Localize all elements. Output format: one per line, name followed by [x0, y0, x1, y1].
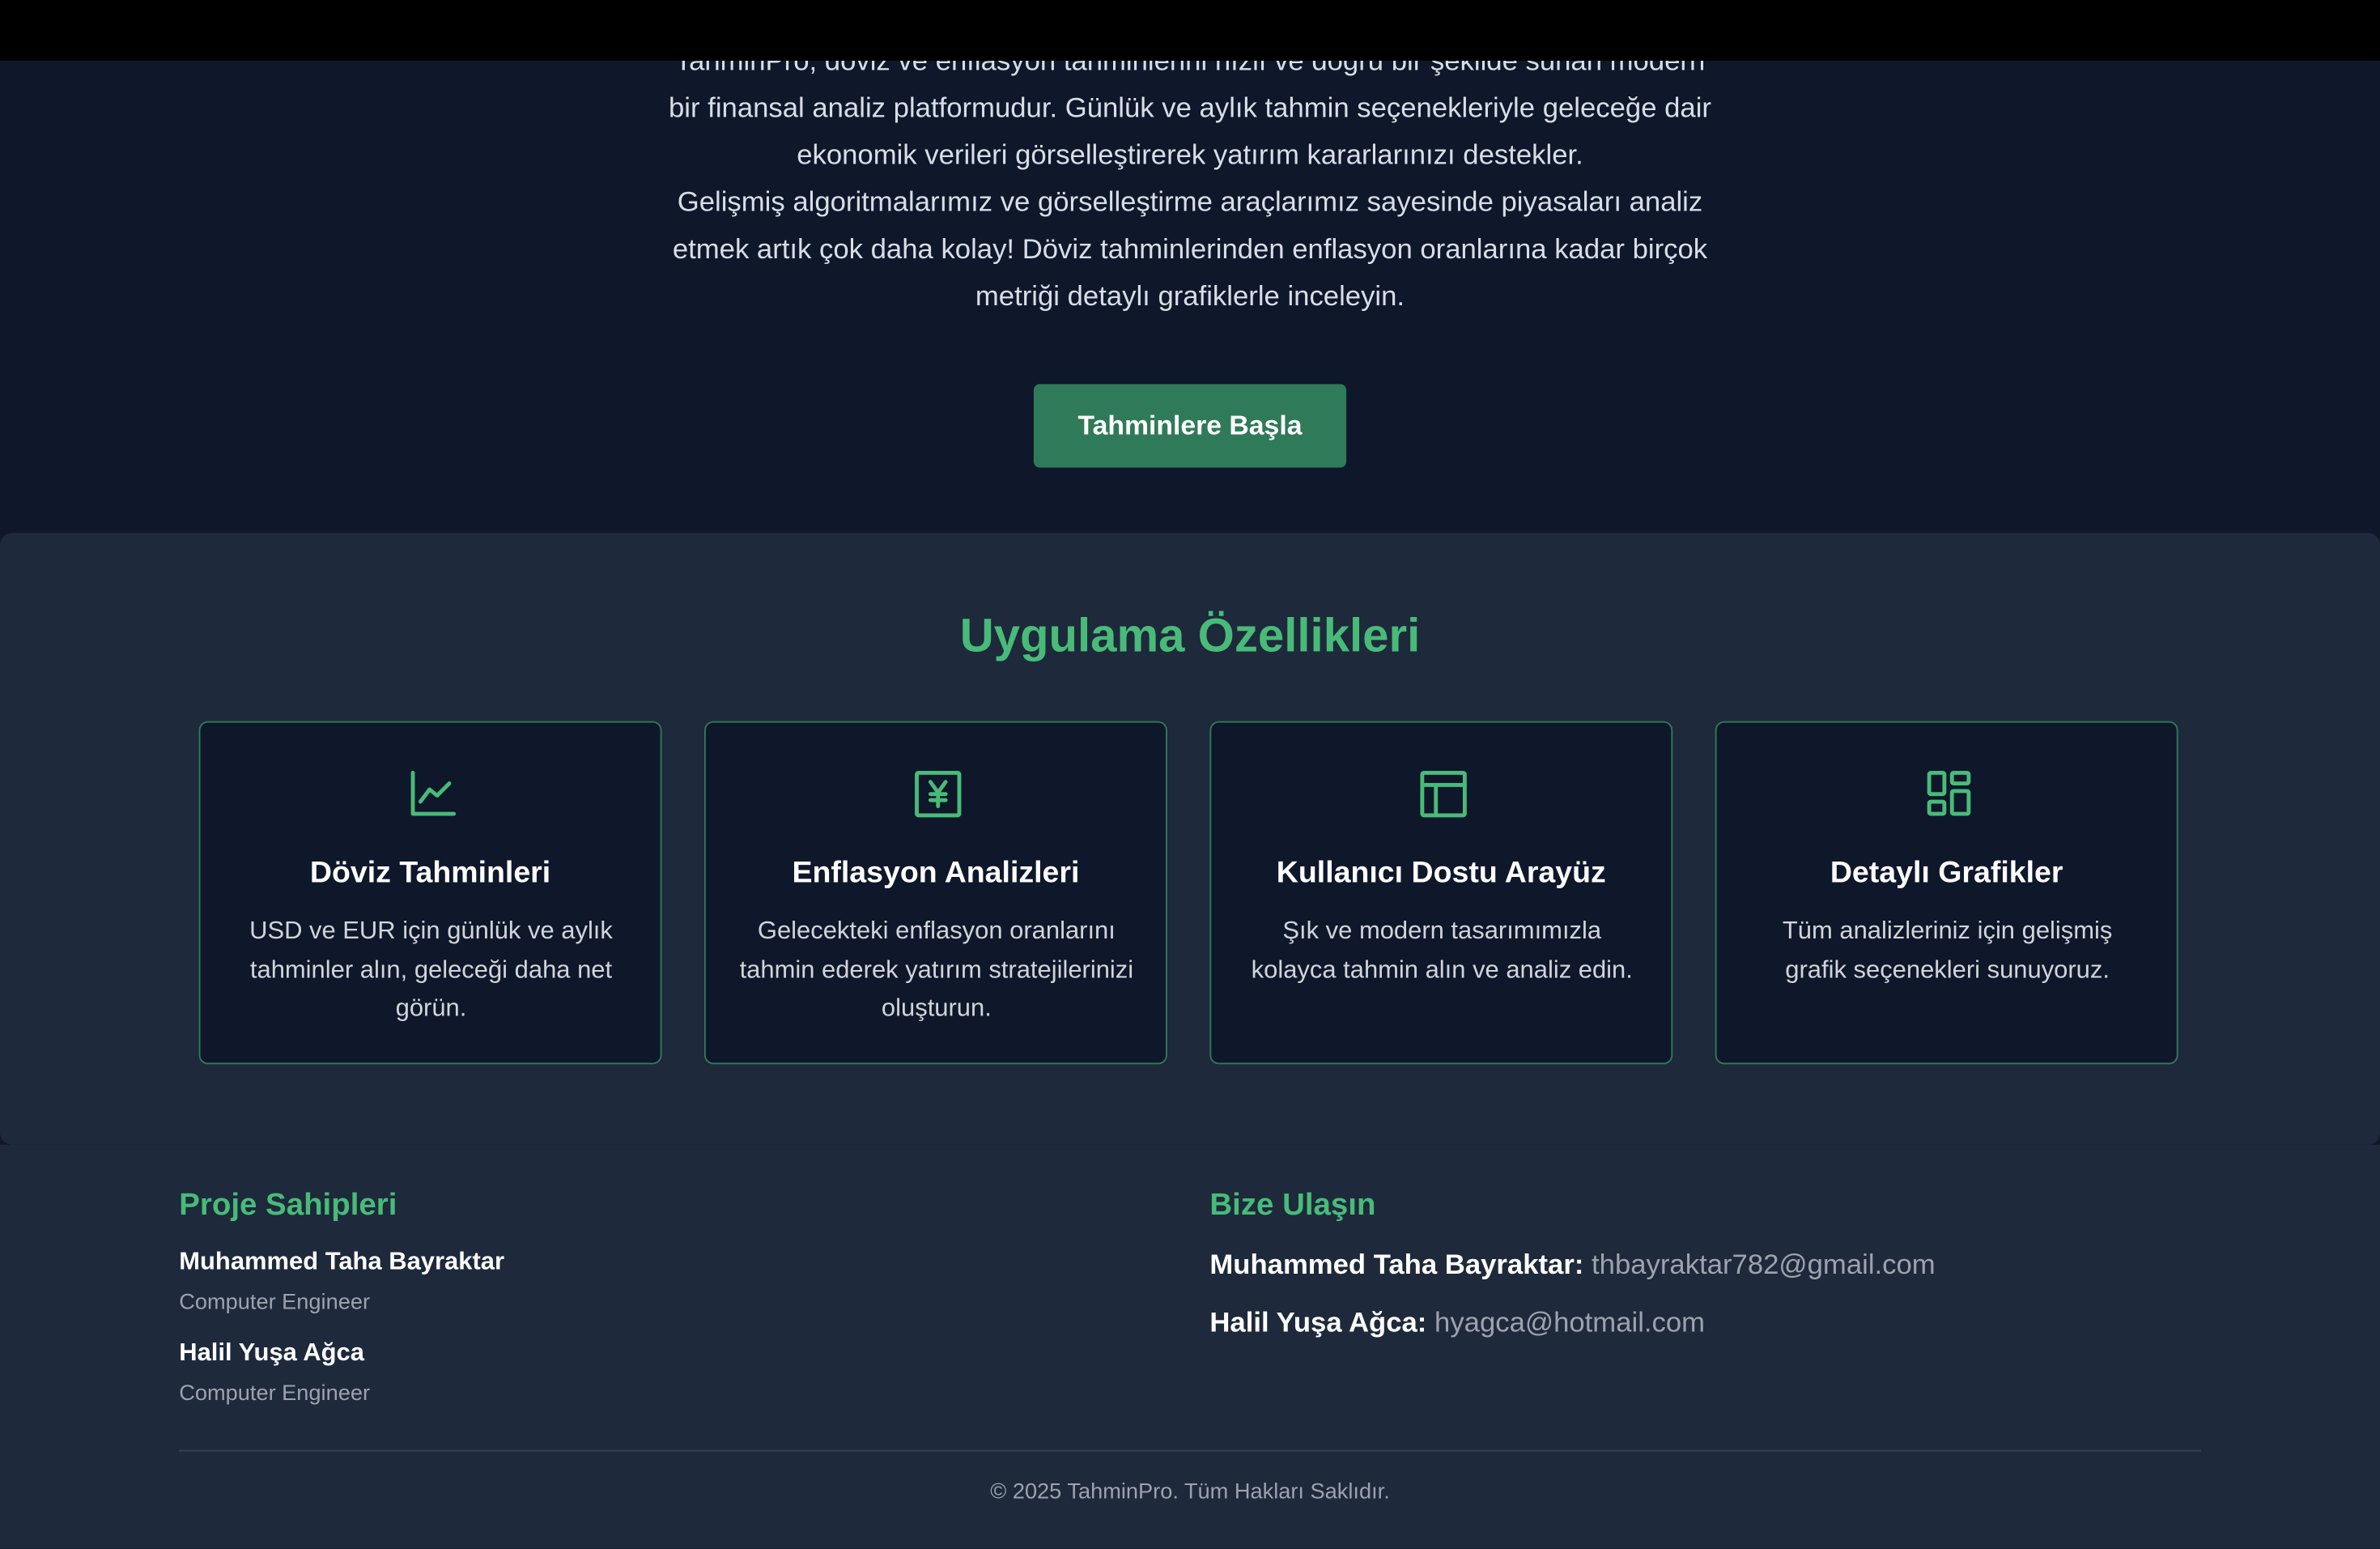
hero-line: metriği detaylı grafiklerle inceleyin. — [975, 279, 1405, 312]
feature-card-description: Tüm analizleriniz için gelişmiş grafik s… — [1782, 917, 2113, 984]
dashboard-icon — [1923, 768, 1975, 820]
contact-line: Halil Yuşa Ağca: hyagca@hotmail.com — [1209, 1306, 1705, 1339]
feature-card-inflation: Enflasyon Analizleri Gelecekteki enflasy… — [704, 721, 1167, 1065]
features-title: Uygulama Özellikleri — [959, 608, 1421, 662]
hero-line: ekonomik verileri görselleştirerek yatır… — [797, 138, 1583, 170]
copyright-text: © 2025 TahminPro. Tüm Hakları Saklıdır. — [990, 1480, 1390, 1505]
feature-card-description: USD ve EUR için günlük ve aylık tahminle… — [249, 917, 613, 1022]
hero-line: Gelişmiş algoritmalarımız ve görselleşti… — [677, 185, 1703, 218]
contact-line: Muhammed Taha Bayraktar: thbayraktar782@… — [1209, 1248, 1935, 1281]
owner-name: Halil Yuşa Ağca — [179, 1338, 364, 1367]
layout-icon — [1417, 768, 1469, 820]
feature-card-description: Gelecekteki enflasyon oranlarını tahmin … — [739, 917, 1134, 1022]
hero-line: etmek artık çok daha kolay! Döviz tahmin… — [672, 232, 1708, 265]
footer: Proje Sahipleri Muhammed Taha Bayraktar … — [0, 1144, 2380, 1549]
feature-card-charts: Detaylı Grafikler Tüm analizleriniz için… — [1715, 721, 2178, 1065]
feature-card-currency: Döviz Tahminleri USD ve EUR için günlük … — [198, 721, 662, 1065]
feature-card-title: Detaylı Grafikler — [1830, 856, 2063, 890]
contact-name: Muhammed Taha Bayraktar: — [1209, 1248, 1584, 1280]
features-section: Uygulama Özellikleri Döviz Tahminleri US… — [0, 533, 2380, 1145]
top-bar — [0, 0, 2380, 61]
owner-role: Computer Engineer — [179, 1381, 371, 1406]
feature-card-interface: Kullanıcı Dostu Arayüz Şık ve modern tas… — [1209, 721, 1673, 1065]
feature-card-title: Enflasyon Analizleri — [792, 856, 1080, 890]
hero-line: bir finansal analiz platformudur. Günlük… — [668, 91, 1711, 123]
contact-heading: Bize Ulaşın — [1209, 1187, 1376, 1223]
contact-email-link[interactable]: hyagca@hotmail.com — [1434, 1306, 1705, 1338]
page: TahminPro, döviz ve enflasyon tahminleri… — [0, 0, 2380, 1549]
feature-card-title: Kullanıcı Dostu Arayüz — [1276, 856, 1606, 890]
feature-card-title: Döviz Tahminleri — [309, 856, 551, 890]
contact-email-link[interactable]: thbayraktar782@gmail.com — [1592, 1248, 1936, 1279]
owner-role: Computer Engineer — [179, 1290, 371, 1315]
chart-line-icon — [407, 768, 459, 820]
footer-divider — [179, 1449, 2201, 1452]
contact-name: Halil Yuşa Ağca: — [1209, 1305, 1427, 1338]
owner-name: Muhammed Taha Bayraktar — [179, 1248, 505, 1275]
feature-card-description: Şık ve modern tasarımımızla kolayca tahm… — [1251, 917, 1633, 984]
owners-heading: Proje Sahipleri — [179, 1187, 397, 1223]
hero-description: TahminPro, döviz ve enflasyon tahminleri… — [628, 36, 1752, 319]
yen-icon — [912, 768, 964, 820]
hero-section: TahminPro, döviz ve enflasyon tahminleri… — [0, 0, 2380, 534]
start-predictions-button[interactable]: Tahminlere Başla — [1033, 384, 1347, 468]
